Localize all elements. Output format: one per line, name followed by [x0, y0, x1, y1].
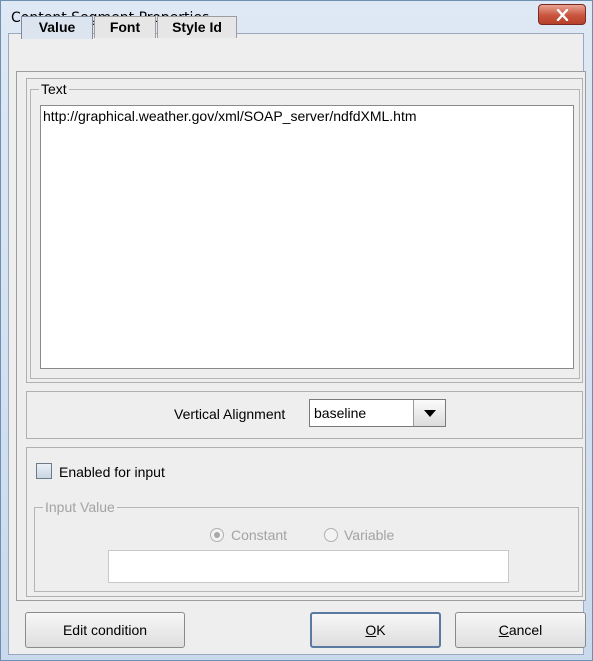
alignment-section — [26, 391, 583, 439]
radio-variable[interactable] — [324, 528, 338, 542]
tab-style-id-label: Style Id — [172, 19, 222, 35]
tab-value-label: Value — [38, 19, 76, 35]
radio-constant[interactable] — [210, 528, 224, 542]
ok-button[interactable]: OK — [310, 612, 441, 648]
vertical-alignment-label: Vertical Alignment — [174, 406, 286, 422]
tab-font[interactable]: Font — [94, 16, 156, 38]
cancel-button[interactable]: Cancel — [455, 612, 586, 648]
close-icon — [556, 9, 569, 21]
tab-value[interactable]: Value — [21, 16, 93, 39]
text-area[interactable]: http://graphical.weather.gov/xml/SOAP_se… — [40, 105, 574, 369]
edit-condition-label: Edit condition — [62, 622, 148, 638]
ok-mnemonic: O — [365, 622, 377, 638]
tab-style-id[interactable]: Style Id — [157, 16, 237, 38]
dropdown-button[interactable] — [413, 400, 445, 426]
input-value-field[interactable] — [108, 550, 509, 583]
vertical-alignment-value: baseline — [314, 405, 367, 421]
radio-variable-label[interactable]: Variable — [344, 527, 394, 543]
vertical-alignment-select[interactable]: baseline — [309, 399, 446, 427]
cancel-mnemonic: C — [498, 622, 509, 638]
ok-label-rest: K — [376, 622, 386, 638]
edit-condition-button[interactable]: Edit condition — [25, 612, 185, 648]
text-legend: Text — [39, 81, 69, 97]
enabled-for-input-checkbox[interactable] — [36, 463, 52, 479]
cancel-label-rest: ancel — [508, 622, 543, 638]
input-value-legend: Input Value — [43, 499, 117, 515]
text-area-value: http://graphical.weather.gov/xml/SOAP_se… — [43, 108, 417, 124]
chevron-down-icon — [424, 410, 436, 417]
tab-font-label: Font — [109, 19, 141, 35]
radio-selected-dot — [214, 532, 220, 538]
radio-constant-label[interactable]: Constant — [231, 527, 287, 543]
close-button[interactable] — [538, 4, 586, 25]
enabled-for-input-label[interactable]: Enabled for input — [59, 464, 165, 480]
